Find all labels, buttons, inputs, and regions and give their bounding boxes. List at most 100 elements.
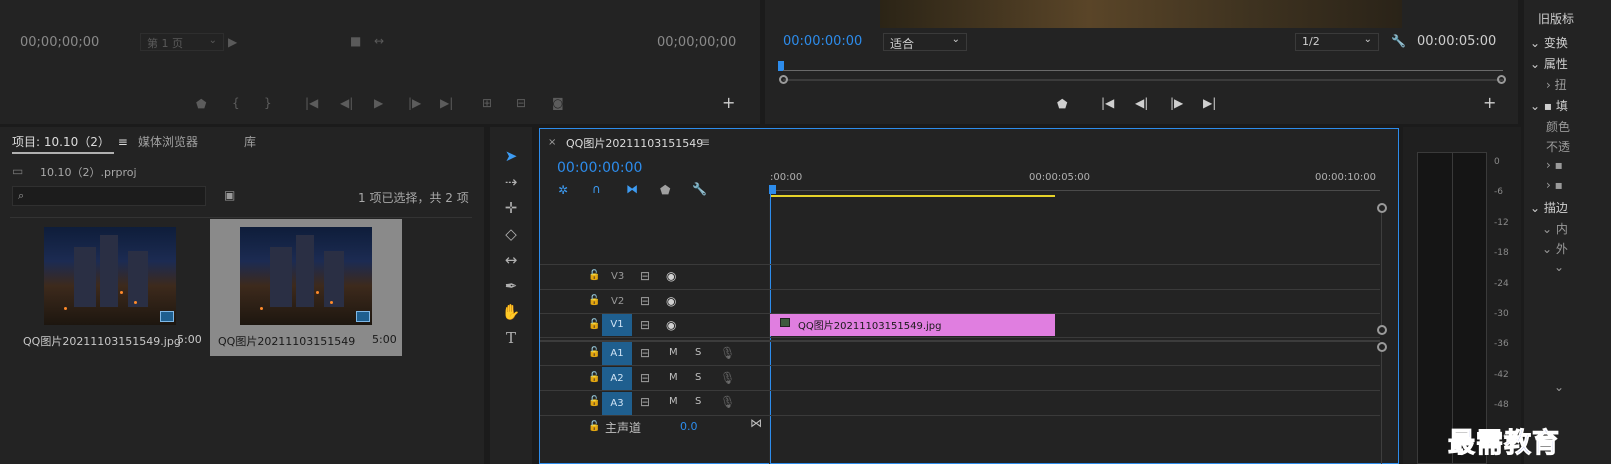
linked-selection-icon[interactable]: ⧓ — [626, 182, 638, 196]
resolution-select[interactable]: 1/2 ⌄ — [1295, 33, 1379, 51]
project-item[interactable]: QQ图片20211103151549.jpg 5:00 — [14, 219, 206, 355]
eye-icon[interactable]: ◉ — [666, 318, 676, 332]
step-forward-icon[interactable]: |▶ — [408, 96, 421, 110]
program-ruler[interactable] — [783, 70, 1503, 71]
panel-menu-icon[interactable]: ≡ — [118, 135, 128, 149]
eye-icon[interactable]: ◉ — [666, 294, 676, 308]
marker-icon[interactable]: ⬟ — [1057, 97, 1067, 111]
audio-scroll-top-handle[interactable] — [1377, 342, 1387, 352]
step-back-icon[interactable]: ◀| — [340, 96, 353, 110]
type-tool-icon[interactable]: T — [500, 327, 522, 349]
hand-tool-icon[interactable]: ✋ — [500, 301, 522, 323]
lock-icon[interactable]: 🔓 — [588, 318, 600, 332]
sequence-tab[interactable]: QQ图片20211103151549 — [566, 135, 703, 151]
fit-select[interactable]: 适合 ⌄ — [883, 33, 967, 51]
tab-project[interactable]: 项目: 10.10（2） ≡ — [12, 133, 128, 150]
source-timecode-left[interactable]: 00;00;00;00 — [20, 35, 99, 50]
lock-icon[interactable]: 🔓 — [588, 371, 600, 385]
selection-tool-icon[interactable]: ➤ — [500, 145, 522, 167]
video-scrollbar[interactable] — [1381, 213, 1382, 325]
go-to-out-icon[interactable]: ▶| — [440, 96, 453, 110]
lock-icon[interactable]: 🔓 — [588, 395, 600, 409]
track-label-v3[interactable]: V3 — [611, 271, 624, 282]
track-target-a3[interactable]: A3 — [602, 392, 632, 415]
sync-film-icon[interactable]: ⊟ — [640, 318, 650, 332]
pen-tool-icon[interactable]: ✒ — [500, 275, 522, 297]
tab-media-browser[interactable]: 媒体浏览器 — [138, 133, 198, 150]
marker-icon[interactable]: ⬟ — [196, 97, 206, 111]
timeline-timecode[interactable]: 00:00:00:00 — [557, 160, 642, 176]
go-to-end-icon[interactable]: ⋈ — [750, 416, 762, 430]
effects-row[interactable]: ⌄ ▪ 填 — [1530, 97, 1568, 114]
checkbox-icon[interactable]: › ▪ — [1546, 158, 1563, 172]
effects-row[interactable]: ⌄ 变换 — [1530, 34, 1568, 51]
video-scroll-bottom-handle[interactable] — [1377, 325, 1387, 335]
tab-library[interactable]: 库 — [244, 133, 256, 150]
sync-film-icon[interactable]: ⊟ — [640, 346, 650, 360]
program-timecode-left[interactable]: 00:00:00:00 — [783, 34, 862, 49]
play-icon[interactable]: ▶ — [374, 96, 383, 110]
scrubber-right-handle[interactable] — [1497, 75, 1506, 84]
work-area-bar[interactable] — [770, 195, 1055, 197]
sync-film-icon[interactable]: ⊟ — [640, 371, 650, 385]
effects-row[interactable]: › 扭 — [1546, 76, 1567, 93]
track-target-a2[interactable]: A2 — [602, 367, 632, 390]
eye-icon[interactable]: ◉ — [666, 269, 676, 283]
add-marker-icon[interactable]: ⬟ — [660, 183, 670, 197]
track-label-v2[interactable]: V2 — [611, 296, 624, 307]
mute-button[interactable]: M — [669, 372, 678, 383]
expand-arrows-icon[interactable]: ↔ — [374, 34, 384, 48]
lock-icon[interactable]: 🔓 — [588, 269, 600, 283]
effects-row[interactable]: ⌄ 属性 — [1530, 55, 1568, 72]
razor-tool-icon[interactable]: ◇ — [500, 223, 522, 245]
settings-square-icon[interactable]: ■ — [350, 34, 361, 48]
snap-magnet-icon[interactable]: ∩ — [592, 182, 601, 196]
timeline-clip[interactable]: QQ图片20211103151549.jpg — [770, 314, 1055, 336]
solo-button[interactable]: S — [695, 347, 701, 358]
effects-row[interactable]: ⌄ 内 — [1542, 220, 1568, 237]
mute-button[interactable]: M — [669, 347, 678, 358]
master-volume-value[interactable]: 0.0 — [680, 420, 698, 433]
go-to-in-icon[interactable]: |◀ — [1101, 96, 1114, 110]
lock-icon[interactable]: 🔓 — [588, 346, 600, 360]
video-scroll-top-handle[interactable] — [1377, 203, 1387, 213]
track-select-tool-icon[interactable]: ⇢ — [500, 171, 522, 193]
timeline-settings-wrench-icon[interactable]: 🔧 — [692, 182, 707, 196]
search-input[interactable]: ⌕ — [12, 186, 206, 206]
chevron-down-icon[interactable]: ⌄ — [1554, 380, 1564, 394]
microphone-icon[interactable]: 🎙 — [720, 395, 735, 409]
microphone-icon[interactable]: 🎙 — [720, 346, 735, 360]
scrubber-track[interactable] — [783, 79, 1503, 81]
add-button-icon[interactable]: + — [1483, 95, 1496, 111]
go-to-in-icon[interactable]: |◀ — [305, 96, 318, 110]
sync-film-icon[interactable]: ⊟ — [640, 294, 650, 308]
mute-button[interactable]: M — [669, 396, 678, 407]
nest-icon[interactable]: ✲ — [558, 183, 568, 197]
track-target-a1[interactable]: A1 — [602, 342, 632, 365]
page-select[interactable]: 第 1 页 ⌄ — [140, 33, 224, 51]
camera-icon[interactable]: ◙ — [552, 96, 564, 110]
lock-icon[interactable]: 🔓 — [588, 294, 600, 308]
new-bin-search-icon[interactable]: ▣ — [224, 188, 235, 202]
audio-scrollbar[interactable] — [1381, 352, 1382, 464]
track-target-v1[interactable]: V1 — [602, 314, 632, 336]
step-forward-icon[interactable]: |▶ — [1170, 96, 1183, 110]
effects-row[interactable]: ⌄ 外 — [1542, 240, 1568, 257]
panel-menu-icon[interactable]: ≡ — [700, 135, 710, 149]
add-button-icon[interactable]: + — [722, 95, 735, 111]
microphone-icon[interactable]: 🎙 — [720, 371, 735, 385]
scrubber-left-handle[interactable] — [779, 75, 788, 84]
step-back-icon[interactable]: ◀| — [1135, 96, 1148, 110]
checkbox-icon[interactable]: › ▪ — [1546, 178, 1563, 192]
solo-button[interactable]: S — [695, 372, 701, 383]
timeline-ruler[interactable] — [770, 185, 1380, 191]
wrench-icon[interactable]: 🔧 — [1391, 34, 1406, 48]
overwrite-icon[interactable]: ⊟ — [516, 96, 526, 110]
sync-film-icon[interactable]: ⊟ — [640, 395, 650, 409]
slip-tool-icon[interactable]: ↔ — [500, 249, 522, 271]
insert-icon[interactable]: ⊞ — [482, 96, 492, 110]
project-item-selected[interactable]: QQ图片20211103151549 5:00 — [210, 219, 402, 356]
effects-row[interactable]: ⌄ 描边 — [1530, 199, 1568, 216]
mark-in-icon[interactable]: { — [232, 96, 240, 110]
play-arrow-icon[interactable]: ▶ — [228, 35, 237, 49]
